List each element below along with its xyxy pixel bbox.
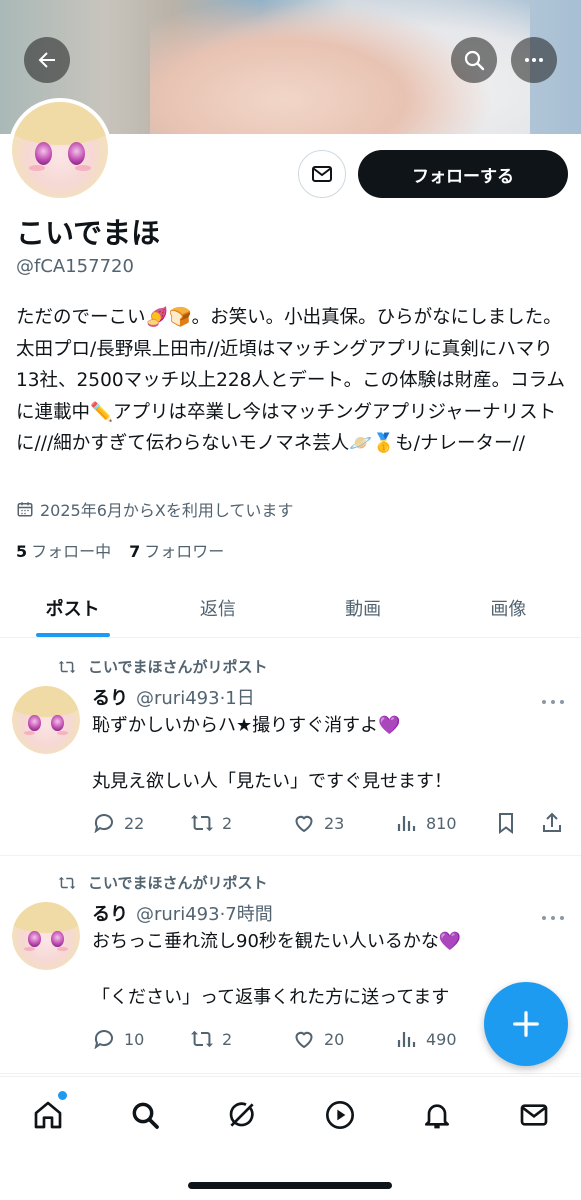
like-icon [295,815,313,833]
back-button[interactable] [24,37,70,83]
post-avatar[interactable] [12,686,80,754]
message-button[interactable] [298,150,346,198]
more-icon [542,700,564,704]
share-button[interactable] [540,808,564,838]
repost-icon [58,876,76,889]
more-icon [525,58,543,62]
repost-icon [58,660,76,673]
plus-icon [513,1011,539,1037]
reply-button[interactable]: 22 [92,808,144,838]
post-more-button[interactable] [540,692,566,711]
tab-images[interactable]: 画像 [436,578,581,637]
share-icon [543,812,561,832]
post-meta: @ruri493·7時間 [136,904,273,925]
like-icon [295,1031,313,1049]
profile-name: こいでまほ [16,216,161,250]
tab-replies[interactable]: 返信 [145,578,290,637]
reply-button[interactable]: 10 [92,1024,144,1054]
bookmark-button[interactable] [494,808,518,838]
views-button[interactable]: 810 [394,808,457,838]
tab-videos[interactable]: 動画 [291,578,436,637]
repost-indicator: こいでまほさんがリポスト [58,656,268,677]
profile-avatar[interactable] [8,98,112,202]
more-options-button[interactable] [511,37,557,83]
profile-bio: ただのでーこい🍠🍞。お笑い。小出真保。ひらがなにしました。太田プロ/長野県上田市… [16,307,566,454]
joined-date: 2025年6月からXを利用しています [16,497,293,521]
search-icon [464,50,485,71]
repost-icon [191,814,213,832]
post-header: るり @ruri493·7時間 [92,900,273,926]
views-button[interactable]: 490 [394,1024,457,1054]
post-item[interactable]: こいでまほさんがリポスト るり @ruri493·1日 恥ずかしいからハ★撮りす… [0,640,581,856]
nav-video[interactable] [320,1095,360,1135]
compose-button[interactable] [484,982,568,1066]
post-more-button[interactable] [540,908,566,927]
post-meta: @ruri493·1日 [136,688,255,709]
home-indicator[interactable] [188,1182,392,1189]
like-button[interactable]: 23 [292,808,344,838]
tab-posts[interactable]: ポスト [0,578,145,637]
post-text: 恥ずかしいからハ★撮りすぐ消すよ💜 丸見え欲しい人「見たい」ですぐ見せます！ [92,715,452,792]
nav-notifications[interactable] [417,1095,457,1135]
grok-icon [229,1102,254,1127]
repost-indicator: こいでまほさんがリポスト [58,872,268,893]
post-avatar[interactable] [12,902,80,970]
more-icon [542,916,564,920]
explore-icon [132,1102,159,1129]
nav-grok[interactable] [222,1095,262,1135]
calendar-icon [17,502,33,517]
views-icon [397,1032,416,1047]
like-button[interactable]: 20 [292,1024,344,1054]
joined-text: 2025年6月からXを利用しています [40,501,294,520]
home-icon [34,1101,62,1129]
views-icon [397,816,416,831]
followers-link[interactable]: 7 フォロワー [129,538,224,562]
post-author[interactable]: るり [92,900,128,926]
profile-handle: @fCA157720 [16,256,134,277]
video-icon [326,1101,354,1129]
profile-tabs: ポスト 返信 動画 画像 [0,578,581,638]
bookmark-icon [499,813,513,834]
repost-button[interactable]: 2 [190,808,232,838]
following-link[interactable]: 5 フォロー中 [16,538,111,562]
reply-icon [94,1030,113,1050]
bell-icon [425,1104,449,1129]
nav-explore[interactable] [125,1095,165,1135]
follow-counts: 5 フォロー中 7 フォロワー [16,538,224,562]
repost-button[interactable]: 2 [190,1024,232,1054]
messages-icon [520,1104,548,1126]
notification-dot [58,1091,67,1100]
post-actions: 22 2 23 810 [92,808,570,838]
reply-icon [94,814,113,834]
mail-icon [312,166,332,182]
nav-messages[interactable] [514,1095,554,1135]
back-arrow-icon [38,52,55,68]
follow-button[interactable]: フォローする [358,150,568,198]
post-author[interactable]: るり [92,684,128,710]
post-header: るり @ruri493·1日 [92,684,255,710]
repost-icon [191,1030,213,1048]
search-button[interactable] [451,37,497,83]
nav-home[interactable] [28,1095,68,1135]
